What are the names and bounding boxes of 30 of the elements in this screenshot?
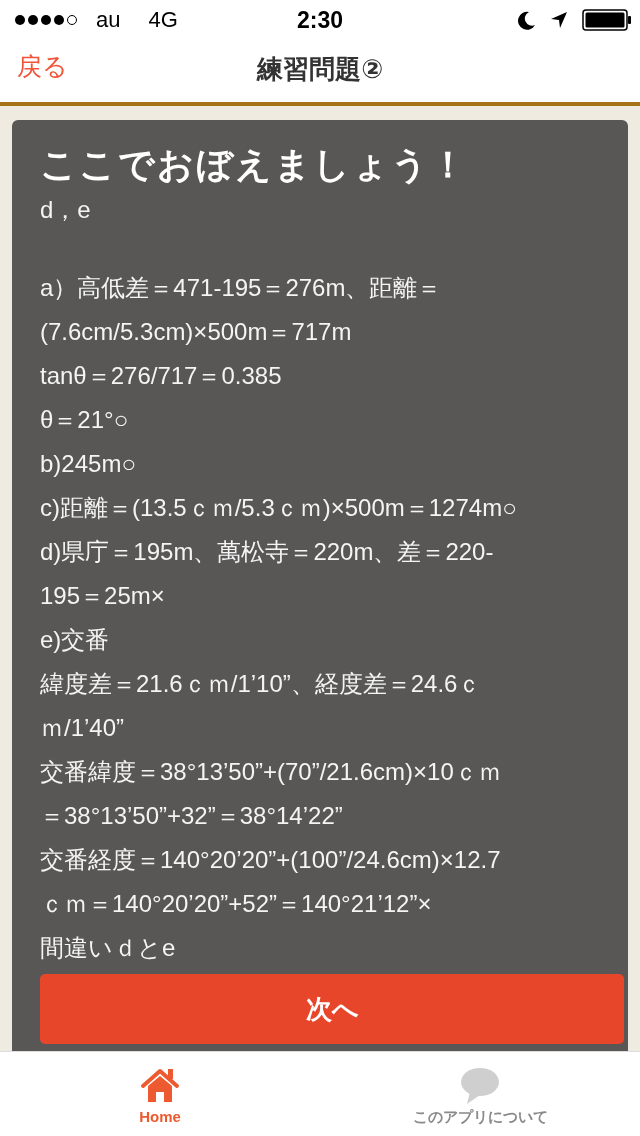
speech-bubble-icon bbox=[460, 1066, 500, 1106]
tab-item[interactable]: Home bbox=[0, 1052, 320, 1136]
answer-text: ＝38°13’50”+32”＝38°14’22” bbox=[40, 801, 344, 831]
answer-text: d)県庁＝195m、萬松寺＝220m、差＝220- bbox=[40, 537, 495, 567]
carrier-name: au bbox=[96, 7, 121, 33]
answer-text: c)距離＝(13.5ｃｍ/5.3ｃｍ)×500m＝1274m○ bbox=[40, 493, 518, 523]
answer-text: 交番経度＝140°20’20”+(100”/24.6cm)×12.7 bbox=[40, 845, 502, 875]
answer-text: ｍ/1’40” bbox=[40, 713, 126, 743]
answer-text: 195＝25m× bbox=[40, 581, 166, 611]
answer-text: a）高低差＝471-195＝276m、距離＝ bbox=[40, 273, 443, 303]
answer-text: tanθ＝276/717＝0.385 bbox=[40, 361, 283, 391]
next-button[interactable]: 次へ bbox=[40, 974, 624, 1044]
answer-text: 交番緯度＝38°13’50”+(70”/21.6cm)×10ｃｍ bbox=[40, 757, 503, 787]
answer-text: 間違いｄとe bbox=[40, 933, 177, 963]
answer-text: e)交番 bbox=[40, 625, 111, 655]
moon-icon bbox=[518, 10, 536, 30]
answer-text: (7.6cm/5.3cm)×500m＝717m bbox=[40, 317, 353, 347]
answer-text: b)245m○ bbox=[40, 449, 137, 479]
battery-icon bbox=[582, 9, 632, 31]
answer-text: d，e bbox=[40, 195, 92, 225]
answer-text: ｃｍ＝140°20’20”+52”＝140°21’12”× bbox=[40, 889, 433, 919]
card-title: ここでおぼえましょう！ bbox=[40, 143, 469, 187]
location-arrow-icon bbox=[550, 11, 568, 29]
answer-text: θ＝21°○ bbox=[40, 405, 130, 435]
clock-time: 2:30 bbox=[295, 6, 344, 34]
screen-title: 練習問題② bbox=[255, 53, 384, 86]
answer-text: 緯度差＝21.6ｃｍ/1’10”、経度差＝24.6ｃ bbox=[40, 669, 483, 699]
network-type: 4G bbox=[148, 7, 178, 33]
back-link[interactable]: 戻る bbox=[17, 49, 68, 83]
tab-item[interactable]: このアプリについて bbox=[320, 1052, 640, 1136]
